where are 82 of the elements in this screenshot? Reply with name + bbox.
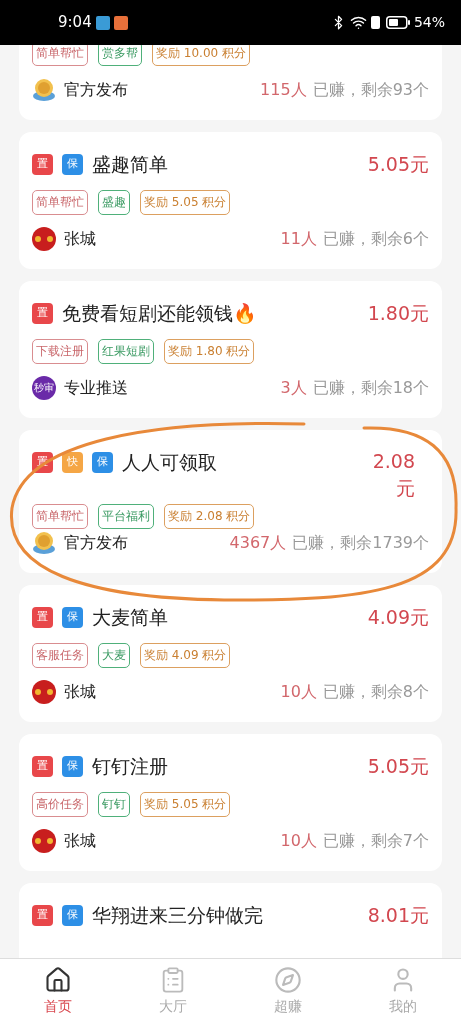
task-badge: 保 <box>62 904 83 926</box>
task-tag: 红果短剧 <box>98 339 154 364</box>
earned-count: 115人 <box>260 79 307 101</box>
author-name: 官方发布 <box>64 532 129 554</box>
author-name: 张城 <box>64 830 97 852</box>
task-card[interactable]: 置 保 钉钉注册 5.05元 高价任务 钉钉 奖励 5.05 积分 张城 10人 已赚，剩余7个 <box>19 734 442 871</box>
remaining-count: 已赚，剩余1739个 <box>292 532 429 554</box>
battery-icon <box>385 16 410 29</box>
task-title: 钉钉注册 <box>92 753 168 779</box>
home-icon <box>43 966 72 994</box>
earned-count: 4367人 <box>229 532 287 554</box>
task-card[interactable]: 置 快 保 人人可领取 2.08元 简单帮忙 平台福利 奖励 2.08 积分 官方发布 4367人 已赚，剩余1739个 <box>19 430 442 573</box>
task-tag: 赏多帮 <box>98 45 142 66</box>
task-tag: 钉钉 <box>98 792 130 817</box>
author-name: 张城 <box>64 228 97 250</box>
task-price: 5.05元 <box>367 754 429 779</box>
task-title: 大麦简单 <box>92 604 168 630</box>
app-notification-icon <box>95 15 110 30</box>
task-title: 人人可领取 <box>122 449 217 475</box>
author-name: 专业推送 <box>64 377 129 399</box>
task-tag: 奖励 5.05 积分 <box>140 792 231 817</box>
mascot-avatar-icon <box>32 227 56 251</box>
task-tag: 大麦 <box>98 643 130 668</box>
coin-avatar-icon <box>32 531 56 555</box>
task-card[interactable]: 置 保 盛趣简单 5.05元 简单帮忙 盛趣 奖励 5.05 积分 张城 11人 已赚，剩余6个 <box>19 132 442 269</box>
task-tag: 平台福利 <box>98 504 154 529</box>
status-time: 9:04 <box>58 12 92 34</box>
task-tag: 高价任务 <box>32 792 88 817</box>
task-price: 2.08元 <box>371 449 415 501</box>
alert-icon <box>370 16 380 29</box>
task-title: 免费看短剧还能领钱🔥 <box>62 300 257 326</box>
task-tag: 奖励 5.05 积分 <box>140 190 231 215</box>
task-badge: 保 <box>62 153 83 175</box>
task-price: 1.80元 <box>367 301 429 326</box>
task-badge: 保 <box>92 451 113 473</box>
task-title: 盛趣简单 <box>92 151 168 177</box>
task-tag: 盛趣 <box>98 190 130 215</box>
task-badge: 置 <box>32 755 53 777</box>
task-tag: 奖励 10.00 积分 <box>152 45 250 66</box>
remaining-count: 已赚，剩余18个 <box>312 377 429 399</box>
task-badge: 置 <box>32 302 53 324</box>
task-card[interactable]: 置 保 大麦简单 4.09元 客服任务 大麦 奖励 4.09 积分 张城 10人 已赚，剩余8个 <box>19 585 442 722</box>
earned-count: 11人 <box>280 228 317 250</box>
task-card[interactable]: 简单帮忙 赏多帮 奖励 10.00 积分 官方发布 115人 已赚，剩余93个 <box>19 45 442 120</box>
wifi-icon <box>349 14 367 31</box>
task-tag: 简单帮忙 <box>32 504 88 529</box>
coin-avatar-icon <box>32 78 56 102</box>
compass-icon <box>274 966 303 994</box>
task-badge: 置 <box>32 153 53 175</box>
task-title: 华翔进来三分钟做完 <box>92 902 263 928</box>
task-price: 8.01元 <box>367 903 429 928</box>
task-tag: 奖励 2.08 积分 <box>164 504 255 529</box>
task-tag: 奖励 4.09 积分 <box>140 643 231 668</box>
task-price: 5.05元 <box>367 152 429 177</box>
remaining-count: 已赚，剩余7个 <box>322 830 429 852</box>
earned-count: 3人 <box>280 377 307 399</box>
earned-count: 10人 <box>280 681 317 703</box>
task-price: 4.09元 <box>367 605 429 630</box>
task-tag: 简单帮忙 <box>32 190 88 215</box>
app-notification-icon <box>113 15 128 30</box>
task-card[interactable]: 置 保 华翔进来三分钟做完 8.01元 <box>19 883 442 958</box>
task-badge: 置 <box>32 904 53 926</box>
earned-count: 10人 <box>280 830 317 852</box>
nav-tab[interactable]: 首页 <box>0 959 116 1024</box>
task-badge: 保 <box>62 606 83 628</box>
task-tag: 奖励 1.80 积分 <box>164 339 255 364</box>
author-name: 官方发布 <box>64 79 129 101</box>
remaining-count: 已赚，剩余8个 <box>322 681 429 703</box>
mascot-avatar-icon <box>32 680 56 704</box>
task-badge: 保 <box>62 755 83 777</box>
battery-percent: 54% <box>413 13 445 32</box>
task-badge: 置 <box>32 606 53 628</box>
remaining-count: 已赚，剩余6个 <box>322 228 429 250</box>
mascot-avatar-icon <box>32 829 56 853</box>
task-card[interactable]: 置 免费看短剧还能领钱🔥 1.80元 下载注册 红果短剧 奖励 1.80 积分 秒审 专业推送 3人 已赚，剩余18个 <box>19 281 442 418</box>
task-tag: 下载注册 <box>32 339 88 364</box>
author-name: 张城 <box>64 681 97 703</box>
task-tag: 客服任务 <box>32 643 88 668</box>
task-badge: 快 <box>62 451 83 473</box>
avatar-label: 秒审 <box>32 376 56 400</box>
remaining-count: 已赚，剩余93个 <box>312 79 429 101</box>
task-tag: 简单帮忙 <box>32 45 88 66</box>
